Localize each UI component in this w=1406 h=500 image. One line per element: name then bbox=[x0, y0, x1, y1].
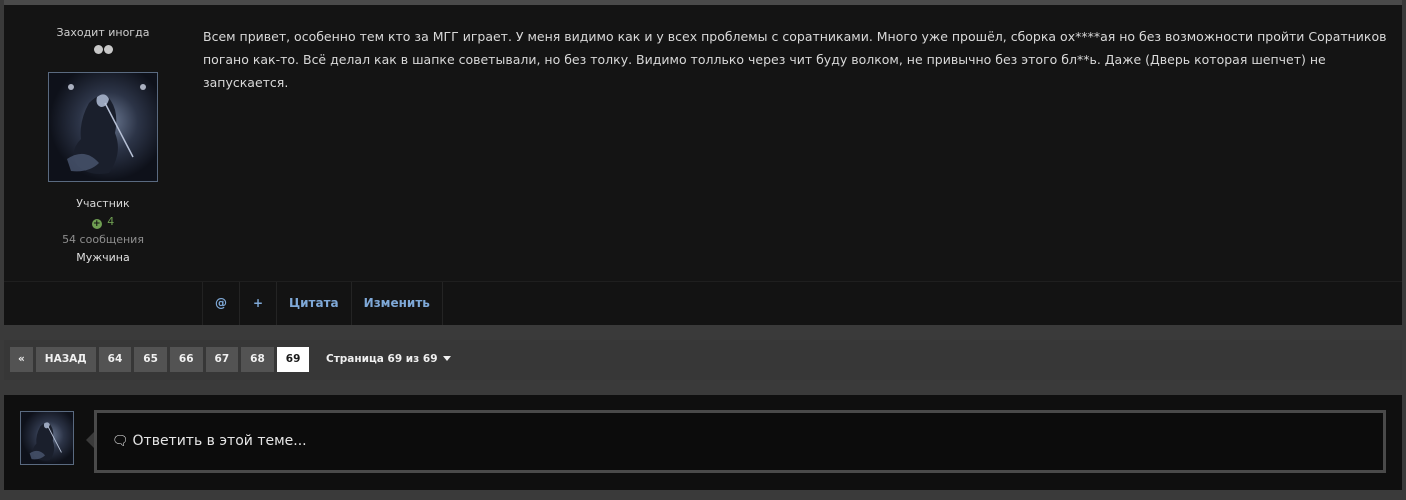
post-actions-bar: @ + Цитата Изменить bbox=[4, 281, 1402, 325]
pagination: « НАЗАД 64 65 66 67 68 69 Страница 69 из… bbox=[4, 340, 1402, 380]
reply-area: 🗨 Ответить в этой теме... bbox=[4, 395, 1402, 490]
forum-post: Заходит иногда Участник + 4 54 сообщения… bbox=[4, 5, 1402, 325]
page-64-button[interactable]: 64 bbox=[98, 347, 132, 372]
first-page-button[interactable]: « bbox=[10, 347, 33, 372]
post-text-line: погано как-то. Всё делал как в шапке сов… bbox=[203, 52, 1326, 90]
caret-down-icon bbox=[442, 356, 451, 361]
reputation-plus-icon: + bbox=[91, 219, 102, 229]
page-66-button[interactable]: 66 bbox=[169, 347, 203, 372]
quote-button[interactable]: Цитата bbox=[277, 282, 352, 325]
mention-button[interactable]: @ bbox=[203, 282, 240, 325]
reply-input[interactable]: 🗨 Ответить в этой теме... bbox=[94, 410, 1386, 473]
reply-placeholder: Ответить в этой теме... bbox=[132, 433, 307, 449]
author-gender: Мужчина bbox=[76, 251, 130, 264]
page-jump-label: Страница 69 из 69 bbox=[326, 353, 438, 365]
page-jump-dropdown[interactable]: Страница 69 из 69 bbox=[326, 347, 451, 372]
post-content: Всем привет, особенно тем кто за МГГ игр… bbox=[203, 25, 1388, 94]
author-avatar[interactable] bbox=[48, 72, 158, 182]
author-reputation: + 4 bbox=[4, 215, 202, 229]
page-65-button[interactable]: 65 bbox=[134, 347, 167, 372]
current-user-avatar[interactable] bbox=[20, 411, 74, 465]
activity-status: Заходит иногда bbox=[56, 26, 150, 39]
activity-dots-icon bbox=[4, 44, 202, 56]
page-68-button[interactable]: 68 bbox=[241, 347, 274, 372]
multiquote-button[interactable]: + bbox=[240, 282, 277, 325]
reputation-value: 4 bbox=[107, 215, 115, 228]
edit-button[interactable]: Изменить bbox=[352, 282, 443, 325]
page-69-button[interactable]: 69 bbox=[276, 347, 310, 372]
post-text-line: Всем привет, особенно тем кто за МГГ игр… bbox=[203, 29, 1387, 44]
author-post-count: 54 сообщения bbox=[62, 233, 144, 246]
author-role: Участник bbox=[76, 197, 130, 210]
comment-icon: 🗨 bbox=[112, 434, 129, 449]
prev-page-button[interactable]: НАЗАД bbox=[35, 347, 96, 372]
author-panel: Заходит иногда Участник + 4 54 сообщения… bbox=[4, 5, 202, 281]
page-67-button[interactable]: 67 bbox=[205, 347, 239, 372]
